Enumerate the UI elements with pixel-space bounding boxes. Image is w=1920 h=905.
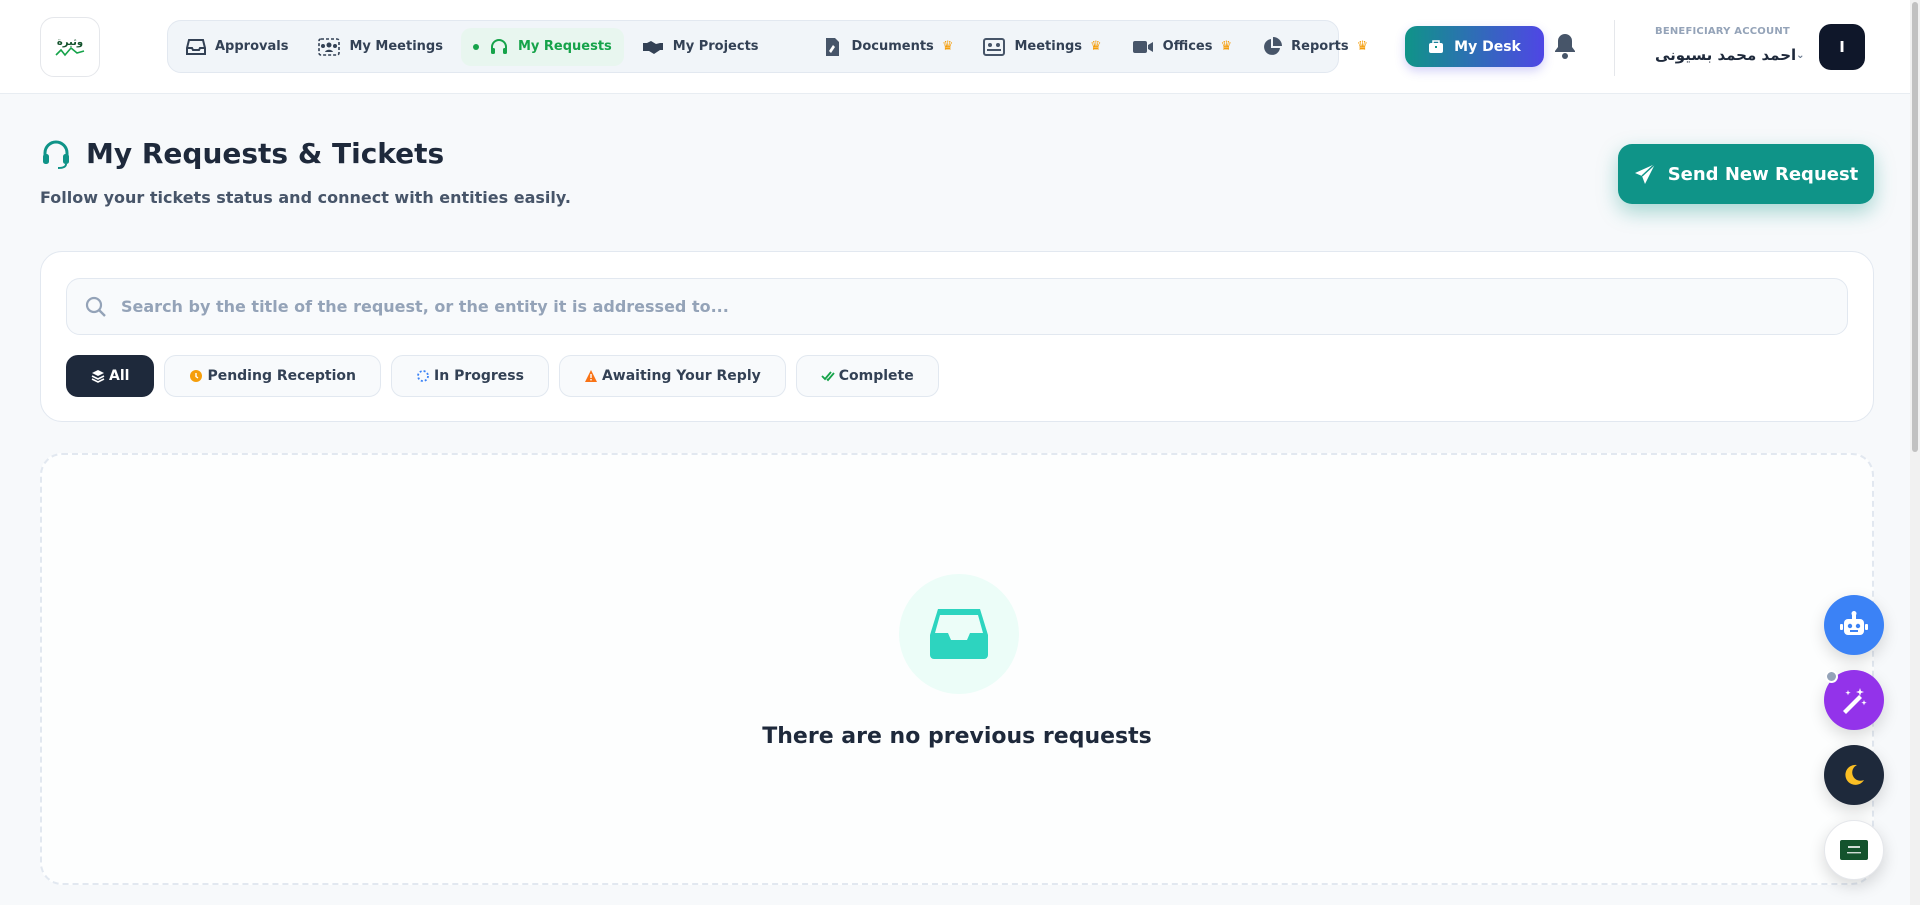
- top-header: وثيرة Approvals My Meetings My Requests …: [0, 0, 1910, 94]
- account-name: احمد محمد بسيونى: [1655, 46, 1797, 64]
- nav-item-offices[interactable]: Offices ♛: [1120, 28, 1244, 66]
- logo-mark-icon: [55, 46, 85, 56]
- video-icon: [1132, 40, 1153, 53]
- page-subtitle: Follow your tickets status and connect w…: [40, 188, 571, 207]
- dark-mode-toggle[interactable]: [1824, 745, 1884, 805]
- nav-item-approvals[interactable]: Approvals: [174, 28, 300, 66]
- notification-dot: [1825, 670, 1838, 683]
- file-signature-icon: [825, 37, 839, 56]
- nav-label: Reports: [1291, 39, 1349, 54]
- nav-label: My Requests: [517, 39, 612, 54]
- nav-label: Documents: [851, 39, 934, 54]
- nav-item-meetings[interactable]: Meetings ♛: [971, 28, 1113, 66]
- handshake-icon: [642, 40, 663, 54]
- nav-label: My Projects: [672, 39, 759, 54]
- avatar[interactable]: I: [1819, 24, 1865, 70]
- users-icon: [318, 37, 341, 56]
- my-desk-button[interactable]: My Desk: [1405, 26, 1544, 67]
- search-input[interactable]: [121, 297, 1821, 316]
- filter-label: Pending Reception: [207, 368, 357, 384]
- send-new-request-button[interactable]: Send New Request: [1618, 144, 1874, 204]
- saudi-flag-icon: [1840, 840, 1868, 860]
- crown-icon: ♛: [1220, 39, 1233, 54]
- nav-label: Approvals: [215, 39, 289, 54]
- inbox-tray-icon: [930, 609, 988, 659]
- status-filter-group: All Pending Reception In Progress Awaiti…: [66, 355, 949, 397]
- crown-icon: ♛: [1090, 39, 1102, 54]
- account-type-label: BENEFICIARY ACCOUNT: [1655, 26, 1790, 37]
- send-new-request-label: Send New Request: [1667, 163, 1859, 185]
- nav-label: Offices: [1162, 39, 1213, 54]
- account-divider: [1614, 20, 1615, 76]
- meeting-board-icon: [983, 37, 1006, 56]
- scrollbar-thumb[interactable]: [1912, 2, 1918, 452]
- robot-icon: [1840, 611, 1868, 635]
- headset-icon: [490, 38, 507, 54]
- filter-label: All: [109, 368, 130, 384]
- filter-complete[interactable]: Complete: [795, 355, 939, 397]
- page-title: My Requests & Tickets: [40, 137, 444, 170]
- filter-panel: All Pending Reception In Progress Awaiti…: [40, 251, 1874, 422]
- filter-all[interactable]: All: [66, 355, 155, 397]
- filter-label: In Progress: [434, 368, 524, 384]
- nav-item-my-meetings[interactable]: My Meetings: [306, 28, 454, 66]
- chevron-down-icon: ⌄: [1796, 49, 1805, 61]
- paper-plane-icon: [1634, 163, 1656, 184]
- active-dot: [472, 43, 479, 50]
- empty-state-message: There are no previous requests: [762, 724, 1152, 749]
- bell-icon[interactable]: [1553, 32, 1577, 60]
- layers-icon: [91, 370, 105, 383]
- page-heading: My Requests & Tickets: [86, 137, 445, 170]
- account-switcher[interactable]: احمد محمد بسيونى ⌄: [1655, 46, 1813, 64]
- chatbot-button[interactable]: [1824, 595, 1884, 655]
- nav-item-documents[interactable]: Documents ♛: [811, 28, 966, 66]
- crown-icon: ♛: [1356, 39, 1369, 54]
- main-nav: Approvals My Meetings My Requests My Pro…: [167, 20, 1368, 73]
- double-check-icon: [821, 371, 835, 382]
- warning-icon: [584, 370, 597, 382]
- filter-label: Awaiting Your Reply: [601, 368, 761, 384]
- pie-chart-icon: [1264, 36, 1283, 55]
- empty-inbox-badge: [899, 574, 1019, 694]
- nav-label: Meetings: [1014, 39, 1083, 54]
- my-desk-label: My Desk: [1454, 38, 1521, 55]
- briefcase-icon: [1429, 39, 1444, 53]
- crown-icon: ♛: [941, 39, 954, 54]
- nav-item-my-requests[interactable]: My Requests: [460, 27, 624, 66]
- language-switcher[interactable]: [1824, 820, 1884, 880]
- headset-icon: [43, 140, 69, 169]
- moon-icon: [1845, 764, 1864, 785]
- spinner-icon: [417, 370, 429, 382]
- inbox-icon: [186, 38, 206, 55]
- nav-item-my-projects[interactable]: My Projects: [630, 28, 771, 66]
- clock-icon: [190, 370, 203, 382]
- filter-in-progress[interactable]: In Progress: [391, 355, 549, 397]
- requests-list-empty: There are no previous requests: [40, 453, 1874, 885]
- app-logo[interactable]: وثيرة: [40, 17, 100, 77]
- filter-pending-reception[interactable]: Pending Reception: [164, 355, 382, 397]
- filter-awaiting-your-reply[interactable]: Awaiting Your Reply: [558, 355, 786, 397]
- nav-item-reports[interactable]: Reports ♛: [1250, 28, 1380, 66]
- nav-label: My Meetings: [349, 39, 443, 54]
- magic-wand-icon: [1843, 688, 1867, 714]
- filter-label: Complete: [838, 368, 914, 384]
- search-icon: [85, 296, 106, 317]
- search-bar[interactable]: [66, 278, 1848, 335]
